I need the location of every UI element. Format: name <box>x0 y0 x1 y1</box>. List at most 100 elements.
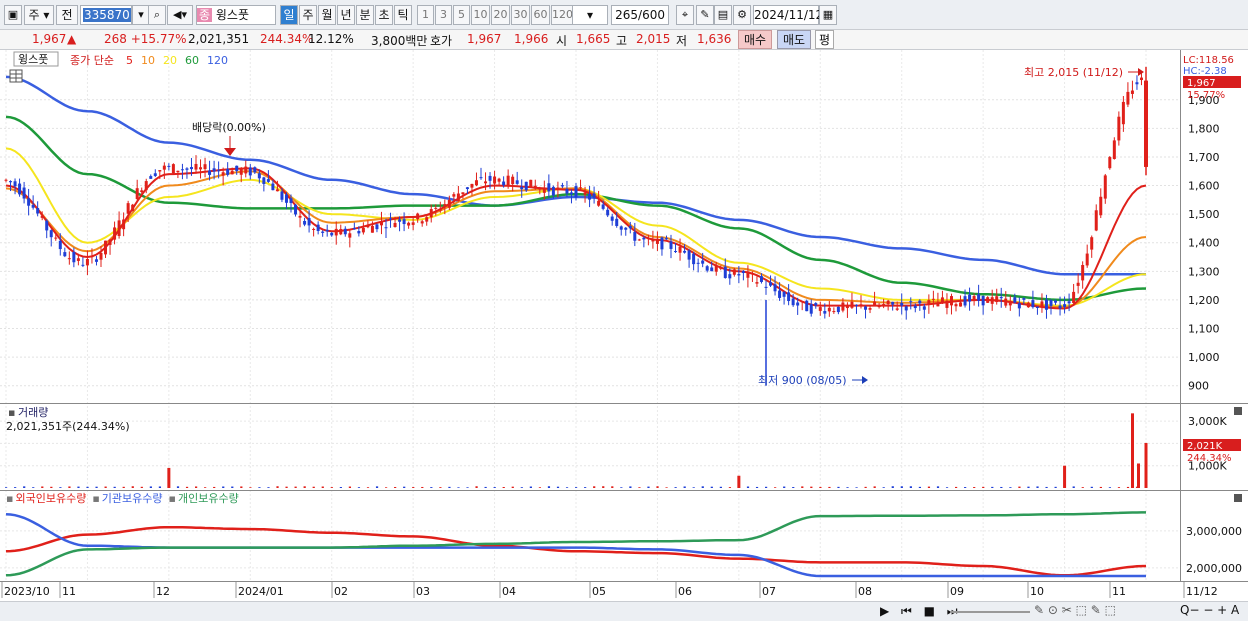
zoom-controls[interactable]: Q− − + A <box>1180 603 1239 617</box>
candle-body <box>547 183 551 192</box>
candle-body <box>511 176 515 185</box>
candle-body <box>633 232 637 241</box>
candle-body <box>357 231 361 234</box>
speaker-icon[interactable]: ◀▾ <box>167 5 193 25</box>
candle-body <box>750 273 754 275</box>
prev-button[interactable]: 전 <box>56 5 78 25</box>
drawing-tools[interactable]: ✎ ⊙ ✂ ⬚ ✎ ⬚ <box>1034 603 1116 617</box>
interval-button-60[interactable]: 60 <box>531 5 550 25</box>
volume-bar <box>945 487 949 488</box>
interval-button-5[interactable]: 5 <box>453 5 470 25</box>
candle-body <box>551 186 555 196</box>
volume-bar <box>1018 486 1021 488</box>
dividend-annotation: 배당락(0.00%) <box>192 121 266 134</box>
candle-body <box>1081 265 1085 281</box>
candle-body <box>660 237 664 250</box>
chart-svg[interactable]: 900 1,000 1,100 1,200 1,300 1,400 1,500 1,600 1,… <box>0 50 1248 601</box>
period-tab-1[interactable]: 주 <box>299 5 317 25</box>
candle-body <box>968 294 972 302</box>
interval-button-1[interactable]: 1 <box>417 5 434 25</box>
candle-body <box>1135 82 1139 85</box>
candle-body <box>841 302 845 311</box>
volume-bar <box>412 487 415 488</box>
crosshair-icon[interactable]: ⌖ <box>676 5 694 25</box>
tools-icon[interactable]: ✎ <box>696 5 714 25</box>
volume-bar <box>104 486 107 488</box>
price-tick-label: 1,400 <box>1188 237 1220 250</box>
candle-body <box>339 229 343 235</box>
save-icon[interactable]: ▤ <box>714 5 732 25</box>
eval-button[interactable]: 평 <box>815 30 835 49</box>
candle-body <box>1013 297 1017 303</box>
gear-icon[interactable]: ⚙ <box>733 5 751 25</box>
candle-body <box>189 167 193 170</box>
volume-bar <box>32 487 35 488</box>
calendar-icon[interactable]: ▦ <box>819 5 837 25</box>
stock-name-field[interactable]: 종 윙스풋 <box>196 5 276 25</box>
period-tab-5[interactable]: 초 <box>375 5 393 25</box>
x-axis-label: 12 <box>156 585 170 598</box>
volume-bar <box>837 486 840 488</box>
candle-body <box>674 251 678 253</box>
volume-bar <box>611 486 614 488</box>
period-tab-3[interactable]: 년 <box>337 5 355 25</box>
candle-body <box>705 266 709 271</box>
period-tab-2[interactable]: 월 <box>318 5 336 25</box>
count-field[interactable]: 265/600 <box>611 5 669 25</box>
candle-body <box>180 169 184 171</box>
candle-body <box>239 169 243 175</box>
search-icon[interactable]: ⌕ <box>148 5 166 25</box>
last-price-tag: 1,967 <box>1187 78 1216 89</box>
period-select[interactable]: 주 ▾ <box>24 5 54 25</box>
candle-body <box>67 258 71 260</box>
interval-button-10[interactable]: 10 <box>471 5 490 25</box>
candle-body <box>474 180 478 186</box>
interval-button-30[interactable]: 30 <box>511 5 530 25</box>
candle-body <box>646 238 650 240</box>
interval-button-3[interactable]: 3 <box>435 5 452 25</box>
volume-bar <box>665 487 668 488</box>
x-axis-label: 02 <box>334 585 348 598</box>
period-tab-0[interactable]: 일 <box>280 5 298 25</box>
candle-body <box>1063 304 1067 307</box>
volume-bar <box>1099 486 1102 488</box>
volume-bar <box>204 487 207 488</box>
volume-bar <box>1009 487 1012 488</box>
volume-bar <box>1090 486 1093 488</box>
window-icon[interactable]: ▣ <box>4 5 22 25</box>
volume-bar <box>357 487 361 488</box>
candle-body <box>1108 157 1112 169</box>
candle-body <box>1094 210 1098 231</box>
interval-button-20[interactable]: 20 <box>491 5 510 25</box>
candle-body <box>167 165 171 167</box>
candle-body <box>538 187 542 190</box>
volume-bar <box>792 487 795 488</box>
holdings-tick-label: 2,000,000 <box>1186 562 1242 575</box>
candle-body <box>864 306 868 310</box>
scroll-bar: ▶ ⏮ ■ ⏭ ✎ ⊙ ✂ ⬚ ✎ ⬚ Q− − + A <box>0 601 1248 621</box>
zoom-slider[interactable] <box>950 611 1030 613</box>
volume-ratio: 244.34% <box>260 32 314 46</box>
date-field[interactable]: 2024/11/12 <box>753 5 823 25</box>
candle-body <box>787 292 791 302</box>
period-tab-4[interactable]: 분 <box>356 5 374 25</box>
code-input[interactable]: 335870 <box>80 5 132 25</box>
period-tabs: 일주월년분초틱 <box>280 5 413 25</box>
buy-button[interactable]: 매수 <box>738 30 773 49</box>
volume-bar <box>249 487 252 488</box>
sell-button[interactable]: 매도 <box>777 30 812 49</box>
candle-body <box>253 167 257 173</box>
chart-area[interactable]: 900 1,000 1,100 1,200 1,300 1,400 1,500 1,600 1,… <box>0 50 1248 601</box>
candle-body <box>868 308 872 310</box>
open-price: 1,665 <box>576 32 611 46</box>
volume-bar <box>882 487 885 488</box>
candle-body <box>271 183 275 191</box>
volume-bar <box>955 486 958 488</box>
volume-bar <box>348 486 352 488</box>
interval-button-120[interactable]: 120 <box>551 5 573 25</box>
period-tab-6[interactable]: 틱 <box>394 5 412 25</box>
volume-bar <box>95 486 98 488</box>
interval-dropdown[interactable]: ▾ <box>572 5 608 25</box>
candle-body <box>447 199 451 208</box>
candle-body <box>809 304 813 314</box>
